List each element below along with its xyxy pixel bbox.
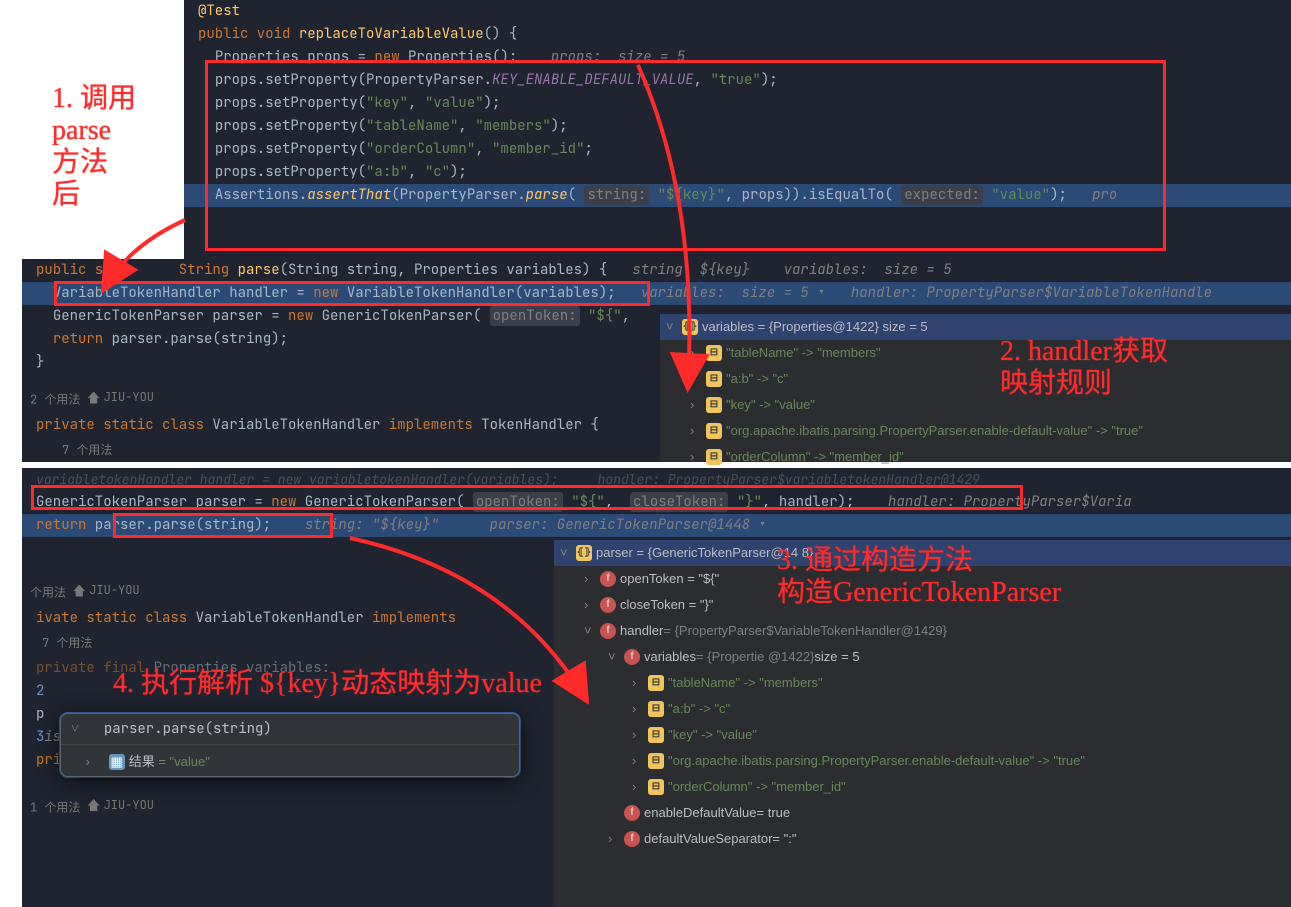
debug-variables-panel-2[interactable]: ˅⦃⦄parser = {GenericTokenParser@14 8} ›f… [554, 540, 1291, 907]
entry-icon: ⊟ [648, 701, 664, 717]
debug-tree-row[interactable]: ˅⦃⦄variables = {Properties@1422} size = … [660, 314, 1291, 340]
field-icon: f [624, 805, 640, 821]
debug-tree-row[interactable]: ›⊟"key" -> "value" [660, 392, 1291, 418]
object-icon: ⦃⦄ [682, 319, 698, 335]
chevron-right-icon[interactable]: › [632, 722, 648, 748]
usages-hint[interactable]: 7 个用法 [42, 635, 92, 651]
avatar-icon [88, 392, 100, 404]
author-hint[interactable]: JIU-YOU [88, 386, 154, 409]
debug-tree-row[interactable]: ›⊟"key" -> "value" [554, 722, 1291, 748]
inlay-hint: string: ${key} variables: size = 5 [632, 261, 951, 279]
chevron-right-icon[interactable]: › [690, 366, 706, 392]
debug-variables-panel-1[interactable]: ˅⦃⦄variables = {Properties@1422} size = … [660, 314, 1291, 462]
annotation-token: @Test [198, 2, 240, 20]
usages-hint[interactable]: 7 个用法 [62, 442, 112, 458]
field-icon: f [600, 597, 616, 613]
entry-icon: ⊟ [706, 345, 722, 361]
entry-icon: ⊟ [648, 753, 664, 769]
chevron-down-icon[interactable]: ˅ [584, 618, 600, 644]
debug-tree-row[interactable]: ›fdefaultValueSeparator = ":" [554, 826, 1291, 852]
debug-tree-row[interactable]: ›⊟"org.apache.ibatis.parsing.PropertyPar… [554, 748, 1291, 774]
chevron-right-icon[interactable]: › [632, 748, 648, 774]
debug-tree-row[interactable]: ˅⦃⦄parser = {GenericTokenParser@14 8} [554, 540, 1291, 566]
entry-icon: ⊟ [706, 371, 722, 387]
debug-tree-row[interactable]: ˅fvariables = {Propertie @1422} size = 5 [554, 644, 1291, 670]
entry-icon: ⊟ [648, 779, 664, 795]
entry-icon: ⊟ [648, 727, 664, 743]
debug-tree-row[interactable]: ›⊟"orderColumn" -> "member_id" [554, 774, 1291, 800]
chevron-down-icon[interactable]: ˅ [71, 720, 87, 738]
field-icon: f [600, 623, 616, 639]
chevron-right-icon[interactable]: › [85, 754, 101, 769]
object-icon: ⦃⦄ [576, 545, 592, 561]
field-icon: f [624, 831, 640, 847]
debug-tree-row[interactable]: ›⊟"org.apache.ibatis.parsing.PropertyPar… [660, 418, 1291, 444]
usages-hint[interactable]: 1 个用法 [30, 799, 88, 815]
chevron-right-icon[interactable]: › [632, 774, 648, 800]
avatar-icon [88, 799, 100, 811]
entry-icon: ⊟ [706, 423, 722, 439]
chevron-right-icon[interactable]: › [690, 418, 706, 444]
debug-tree-row[interactable]: ˅fhandler = {PropertyParser$VariableToke… [554, 618, 1291, 644]
table-icon: ▦ [109, 754, 125, 770]
field-icon: f [624, 649, 640, 665]
debug-tree-row[interactable]: ›⊟"a:b" -> "c" [660, 366, 1291, 392]
debug-tree-row[interactable]: ›fcloseToken = "}" [554, 592, 1291, 618]
usages-hint[interactable]: 2 个用法 [30, 392, 88, 408]
debug-tree-row[interactable]: ›⊟"orderColumn" -> "member_id" [660, 444, 1291, 470]
chevron-down-icon[interactable]: ˅ [666, 314, 682, 340]
debug-tree-row[interactable]: ›⊟"tableName" -> "members" [554, 670, 1291, 696]
chevron-right-icon[interactable]: › [690, 340, 706, 366]
entry-icon: ⊟ [706, 397, 722, 413]
chevron-right-icon[interactable]: › [690, 392, 706, 418]
chevron-down-icon[interactable]: ˅ [608, 644, 624, 670]
inlay-hint: props: size = 5 [551, 48, 685, 66]
author-hint[interactable]: JIU-YOU [73, 579, 139, 602]
debug-tree-row[interactable]: ›fopenToken = "${" [554, 566, 1291, 592]
entry-icon: ⊟ [706, 449, 722, 465]
field-icon: f [600, 571, 616, 587]
chevron-right-icon[interactable]: › [632, 696, 648, 722]
usages-hint[interactable]: 个用法 [30, 585, 73, 601]
chevron-right-icon[interactable]: › [632, 670, 648, 696]
evaluate-expression-popup[interactable]: ˅ parser.parse(string) › ▦结果 = "value" [60, 713, 520, 777]
avatar-icon [73, 585, 85, 597]
chevron-right-icon[interactable]: › [584, 566, 600, 592]
entry-icon: ⊟ [648, 675, 664, 691]
chevron-right-icon[interactable]: › [608, 826, 624, 852]
annotation-text-1: 1. 调用 parse 方法 后 [52, 83, 136, 211]
debug-tree-row[interactable]: ›⊟"a:b" -> "c" [554, 696, 1291, 722]
editor-pane-1[interactable]: @Test public void replaceToVariableValue… [184, 0, 1291, 260]
chevron-right-icon[interactable]: › [690, 444, 706, 470]
debug-tree-row[interactable]: ›⊟"tableName" -> "members" [660, 340, 1291, 366]
author-hint[interactable]: JIU-YOU [88, 794, 154, 817]
debug-tree-row[interactable]: fenableDefaultValue = true [554, 800, 1291, 826]
chevron-right-icon[interactable]: › [584, 592, 600, 618]
chevron-down-icon[interactable]: ˅ [560, 540, 576, 566]
